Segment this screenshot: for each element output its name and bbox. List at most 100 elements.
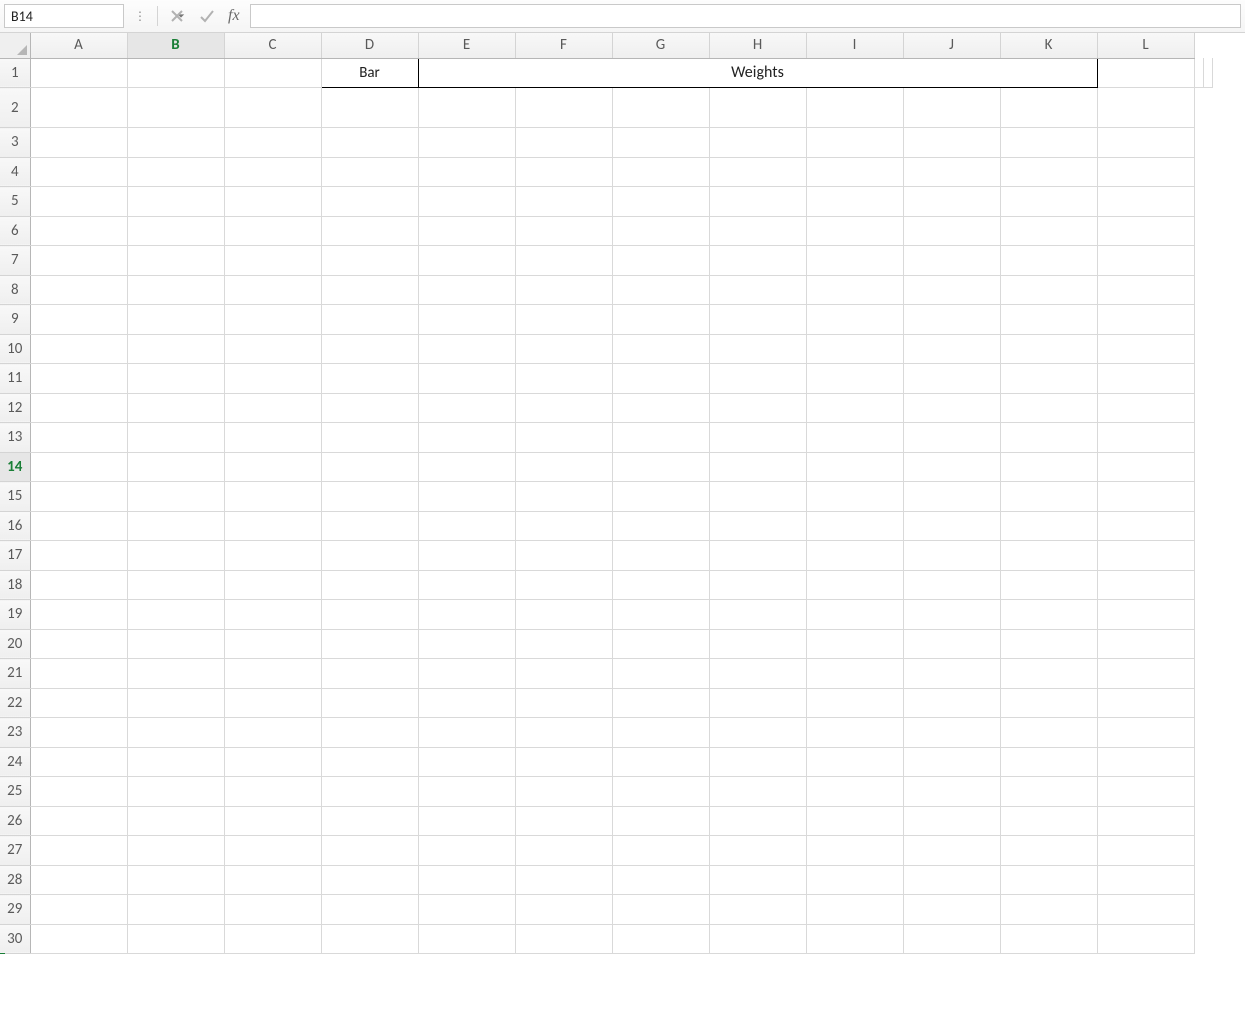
cell-K11[interactable] <box>1000 364 1097 394</box>
cell-L29[interactable] <box>1097 895 1194 925</box>
cell-D12[interactable] <box>321 393 418 423</box>
cell-E6[interactable] <box>418 216 515 246</box>
cell-E22[interactable] <box>418 688 515 718</box>
cell-K20[interactable] <box>1000 629 1097 659</box>
col-header-E[interactable]: E <box>418 33 515 58</box>
row-header-1[interactable]: 1 <box>0 58 30 88</box>
cell-L23[interactable] <box>1097 718 1194 748</box>
cell-J12[interactable] <box>903 393 1000 423</box>
cell-B29[interactable] <box>127 895 224 925</box>
cancel-icon[interactable] <box>166 5 188 27</box>
cell-H22[interactable] <box>709 688 806 718</box>
cell-B26[interactable] <box>127 806 224 836</box>
cell-G23[interactable] <box>612 718 709 748</box>
cell-E16[interactable] <box>418 511 515 541</box>
cell-L24[interactable] <box>1097 747 1194 777</box>
row-header-22[interactable]: 22 <box>0 688 30 718</box>
cell-A12[interactable] <box>30 393 127 423</box>
cell-I20[interactable] <box>806 629 903 659</box>
cell-I21[interactable] <box>806 659 903 689</box>
cell-H18[interactable] <box>709 570 806 600</box>
cell-B21[interactable] <box>127 659 224 689</box>
col-header-K[interactable]: K <box>1000 33 1097 58</box>
cell-C26[interactable] <box>224 806 321 836</box>
col-header-F[interactable]: F <box>515 33 612 58</box>
cell-K26[interactable] <box>1000 806 1097 836</box>
row-header-23[interactable]: 23 <box>0 718 30 748</box>
cell-J10[interactable] <box>903 334 1000 364</box>
cell-J17[interactable] <box>903 541 1000 571</box>
cell-B24[interactable] <box>127 747 224 777</box>
cell-D10[interactable] <box>321 334 418 364</box>
cell-F30[interactable] <box>515 924 612 954</box>
cell-K4[interactable] <box>1000 157 1097 187</box>
cell-K16[interactable] <box>1000 511 1097 541</box>
cell-H6[interactable] <box>709 216 806 246</box>
cell-K24[interactable] <box>1000 747 1097 777</box>
cell-C25[interactable] <box>224 777 321 807</box>
cell-L14[interactable] <box>1097 452 1194 482</box>
cell-A29[interactable] <box>30 895 127 925</box>
cell-A6[interactable] <box>30 216 127 246</box>
cell-D25[interactable] <box>321 777 418 807</box>
cell-L4[interactable] <box>1097 157 1194 187</box>
cell-H5[interactable] <box>709 187 806 217</box>
name-box[interactable] <box>4 4 124 28</box>
cell-C29[interactable] <box>224 895 321 925</box>
cell-L26[interactable] <box>1097 806 1194 836</box>
cell-B30[interactable] <box>127 924 224 954</box>
cell-C9[interactable] <box>224 305 321 335</box>
row-header-13[interactable]: 13 <box>0 423 30 453</box>
cell-B11[interactable] <box>127 364 224 394</box>
cell-K30[interactable] <box>1000 924 1097 954</box>
cell-D28[interactable] <box>321 865 418 895</box>
cell-H27[interactable] <box>709 836 806 866</box>
cell-J25[interactable] <box>903 777 1000 807</box>
cell-I2[interactable] <box>806 88 903 128</box>
cell-D4[interactable] <box>321 157 418 187</box>
cell-H30[interactable] <box>709 924 806 954</box>
row-header-17[interactable]: 17 <box>0 541 30 571</box>
row-header-14[interactable]: 14 <box>0 452 30 482</box>
cell-C1[interactable] <box>224 58 321 88</box>
cell-J29[interactable] <box>903 895 1000 925</box>
cell-G14[interactable] <box>612 452 709 482</box>
cell-C27[interactable] <box>224 836 321 866</box>
cell-K2[interactable] <box>1000 88 1097 128</box>
cell-G21[interactable] <box>612 659 709 689</box>
col-header-H[interactable]: H <box>709 33 806 58</box>
cell-G11[interactable] <box>612 364 709 394</box>
row-header-18[interactable]: 18 <box>0 570 30 600</box>
cell-D17[interactable] <box>321 541 418 571</box>
cell-C17[interactable] <box>224 541 321 571</box>
cell-F7[interactable] <box>515 246 612 276</box>
cell-I5[interactable] <box>806 187 903 217</box>
cell-G3[interactable] <box>612 128 709 158</box>
cell-F27[interactable] <box>515 836 612 866</box>
cell-D11[interactable] <box>321 364 418 394</box>
row-header-6[interactable]: 6 <box>0 216 30 246</box>
cell-F26[interactable] <box>515 806 612 836</box>
cell-F16[interactable] <box>515 511 612 541</box>
cell-G19[interactable] <box>612 600 709 630</box>
cell-B16[interactable] <box>127 511 224 541</box>
cell-D24[interactable] <box>321 747 418 777</box>
formula-input[interactable] <box>250 4 1241 28</box>
cell-F11[interactable] <box>515 364 612 394</box>
cell-K14[interactable] <box>1000 452 1097 482</box>
cell-D18[interactable] <box>321 570 418 600</box>
spreadsheet-grid[interactable]: ABCDEFGHIJKL1BarWeights23456789101112131… <box>0 33 1245 954</box>
cell-E5[interactable] <box>418 187 515 217</box>
cell-J20[interactable] <box>903 629 1000 659</box>
col-header-I[interactable]: I <box>806 33 903 58</box>
cell-C22[interactable] <box>224 688 321 718</box>
cell-I23[interactable] <box>806 718 903 748</box>
cell-F23[interactable] <box>515 718 612 748</box>
cell-A20[interactable] <box>30 629 127 659</box>
cell-K3[interactable] <box>1000 128 1097 158</box>
cell-L9[interactable] <box>1097 305 1194 335</box>
row-header-27[interactable]: 27 <box>0 836 30 866</box>
cell-I22[interactable] <box>806 688 903 718</box>
cell-L8[interactable] <box>1097 275 1194 305</box>
row-header-9[interactable]: 9 <box>0 305 30 335</box>
